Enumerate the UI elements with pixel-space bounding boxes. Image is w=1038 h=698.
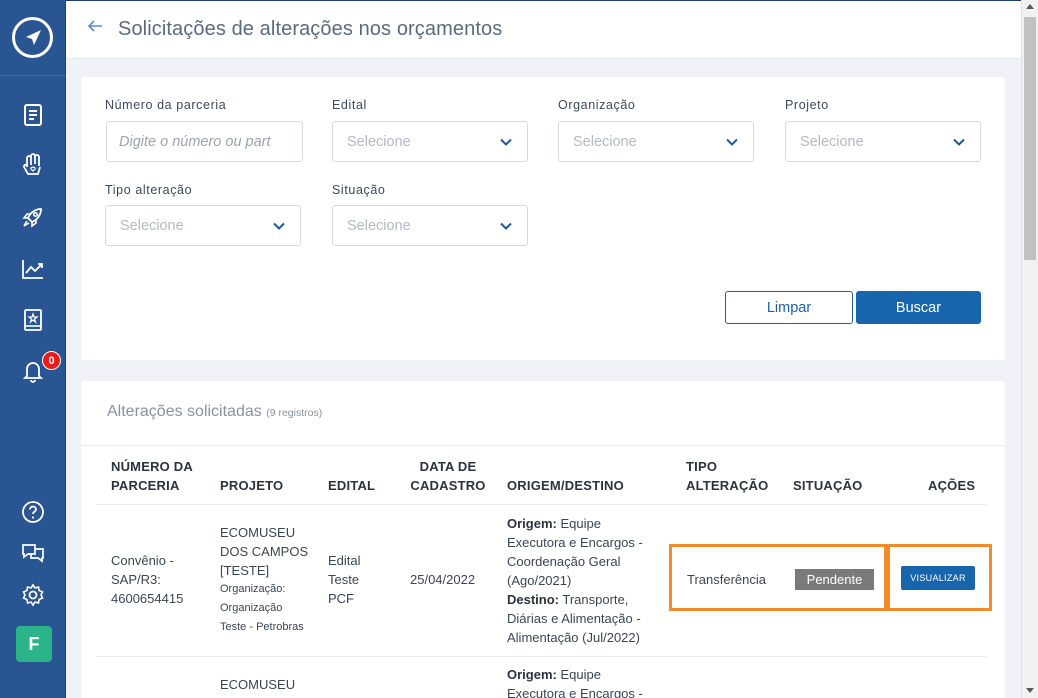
search-button[interactable]: Buscar bbox=[856, 291, 981, 324]
filter-panel: Número da parceria Digite o número ou pa… bbox=[81, 77, 1005, 360]
highlight-box-actions bbox=[887, 544, 992, 611]
page-header: Solicitações de alterações nos orçamento… bbox=[66, 1, 1021, 59]
column-header-numero: NÚMERO DA PARCERIA bbox=[111, 459, 193, 493]
book-star-icon[interactable] bbox=[20, 307, 46, 333]
edital-label: Edital bbox=[332, 98, 367, 112]
column-header-origem-destino: ORIGEM/DESTINO bbox=[507, 478, 624, 493]
edital-select[interactable]: Selecione bbox=[332, 121, 528, 162]
main-content: Solicitações de alterações nos orçamento… bbox=[66, 0, 1021, 698]
column-header-edital: EDITAL bbox=[328, 478, 376, 493]
column-header-acoes: AÇÕES bbox=[928, 478, 976, 493]
row-divider bbox=[96, 656, 986, 657]
chevron-down-icon bbox=[272, 219, 286, 233]
header-divider bbox=[96, 504, 986, 505]
column-header-data: DATA DE CADASTRO bbox=[410, 459, 486, 493]
cell-edital: Edital Teste PCF bbox=[328, 553, 361, 606]
projeto-label: Projeto bbox=[785, 98, 829, 112]
situacao-value: Selecione bbox=[347, 218, 411, 234]
logo-icon[interactable] bbox=[12, 17, 53, 58]
document-icon[interactable] bbox=[20, 102, 46, 128]
scroll-thumb[interactable] bbox=[1024, 17, 1036, 260]
tipo-alteracao-select[interactable]: Selecione bbox=[105, 205, 301, 246]
clear-button[interactable]: Limpar bbox=[725, 291, 853, 324]
chart-line-icon[interactable] bbox=[20, 256, 46, 282]
gear-icon[interactable] bbox=[20, 582, 46, 608]
rocket-icon[interactable] bbox=[20, 204, 46, 230]
situacao-select[interactable]: Selecione bbox=[332, 205, 528, 246]
chevron-down-icon bbox=[499, 135, 513, 149]
cell-origem-destino: Origem: Equipe Executora e Encargos - Co… bbox=[507, 516, 643, 645]
chat-icon[interactable] bbox=[20, 540, 46, 566]
organizacao-value: Selecione bbox=[573, 134, 637, 150]
chevron-down-icon bbox=[499, 219, 513, 233]
cell-projeto: ECOMUSEU DOS CAMPOS [TESTE] Organização:… bbox=[220, 525, 309, 633]
cell-numero: Convênio - SAP/R3: 4600654415 bbox=[111, 553, 184, 606]
tipo-alteracao-label: Tipo alteração bbox=[105, 183, 193, 197]
organizacao-select[interactable]: Selecione bbox=[558, 121, 754, 162]
help-icon[interactable] bbox=[20, 499, 46, 525]
requests-table-panel: Alterações solicitadas (9 registros) NÚM… bbox=[81, 381, 1005, 698]
notification-badge: 0 bbox=[42, 351, 61, 370]
edital-value: Selecione bbox=[347, 134, 411, 150]
section-title: Alterações solicitadas (9 registros) bbox=[107, 403, 322, 421]
page-title: Solicitações de alterações nos orçamento… bbox=[118, 18, 503, 40]
projeto-select[interactable]: Selecione bbox=[785, 121, 981, 162]
highlight-box-type-status bbox=[669, 544, 887, 611]
partnership-number-label: Número da parceria bbox=[105, 98, 227, 112]
cell-projeto: ECOMUSEU bbox=[220, 677, 296, 692]
column-header-tipo: TIPO ALTERAÇÃO bbox=[686, 459, 769, 493]
scroll-down-arrow-icon[interactable] bbox=[1026, 688, 1034, 693]
organizacao-label: Organização bbox=[558, 98, 636, 112]
cell-data-cadastro: 25/04/2022 bbox=[410, 572, 476, 587]
chevron-down-icon bbox=[725, 135, 739, 149]
projeto-value: Selecione bbox=[800, 134, 864, 150]
hand-heart-icon[interactable] bbox=[20, 153, 46, 179]
column-header-situacao: SITUAÇÃO bbox=[793, 478, 863, 493]
partnership-number-input[interactable]: Digite o número ou part bbox=[106, 121, 303, 162]
sidebar-divider bbox=[0, 75, 66, 76]
avatar[interactable]: F bbox=[16, 626, 52, 662]
situacao-label: Situação bbox=[332, 183, 386, 197]
tipo-alteracao-value: Selecione bbox=[120, 218, 184, 234]
back-arrow-icon[interactable] bbox=[86, 17, 106, 37]
scrollbar[interactable] bbox=[1021, 0, 1038, 698]
sidebar: 0 F bbox=[0, 0, 66, 698]
cell-origem-destino: Origem: Equipe Executora e Encargos - bbox=[507, 667, 643, 698]
section-title-text: Alterações solicitadas bbox=[107, 403, 262, 420]
records-count: (9 registros) bbox=[266, 407, 323, 419]
partnership-number-placeholder: Digite o número ou part bbox=[119, 134, 271, 150]
scroll-up-arrow-icon[interactable] bbox=[1026, 4, 1034, 9]
divider bbox=[81, 445, 1005, 446]
chevron-down-icon bbox=[952, 135, 966, 149]
column-header-projeto: PROJETO bbox=[220, 478, 284, 493]
